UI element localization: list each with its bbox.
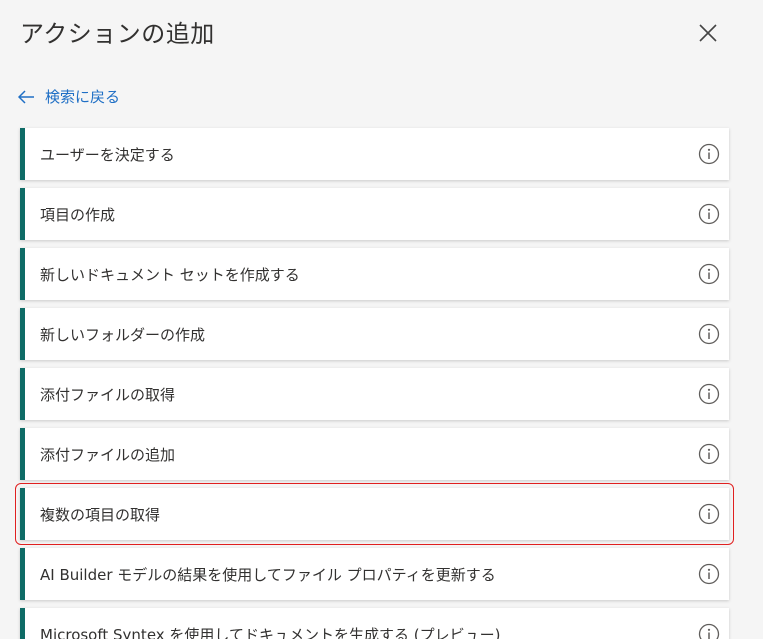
action-item-label: 添付ファイルの追加 [40, 445, 176, 464]
action-item[interactable]: 新しいフォルダーの作成 [20, 308, 729, 360]
arrow-left-icon [18, 89, 34, 104]
back-to-search-link[interactable]: 検索に戻る [18, 86, 120, 107]
info-icon[interactable] [698, 143, 720, 165]
close-icon [699, 24, 717, 42]
action-item-label: 添付ファイルの取得 [40, 385, 176, 404]
action-item[interactable]: 項目の作成 [20, 188, 729, 240]
action-item-label: 新しいドキュメント セットを作成する [40, 265, 300, 284]
action-list: ユーザーを決定する 項目の作成 新しいドキュメント セットを作成する 新しいフォ… [20, 128, 729, 639]
action-item-label: ユーザーを決定する [40, 145, 175, 164]
add-action-panel: アクションの追加 検索に戻る ユーザーを決定する 項目の作成 新しいドキュメント… [0, 0, 763, 639]
info-icon[interactable] [698, 563, 720, 585]
action-item[interactable]: 添付ファイルの取得 [20, 368, 729, 420]
action-item[interactable]: AI Builder モデルの結果を使用してファイル プロパティを更新する [20, 548, 729, 600]
info-icon[interactable] [698, 323, 720, 345]
info-icon[interactable] [698, 203, 720, 225]
action-item[interactable]: ユーザーを決定する [20, 128, 729, 180]
action-item[interactable]: Microsoft Syntex を使用してドキュメントを生成する (プレビュー… [20, 608, 729, 639]
info-icon[interactable] [698, 443, 720, 465]
info-icon[interactable] [698, 383, 720, 405]
info-icon[interactable] [698, 623, 720, 639]
action-item-label: 新しいフォルダーの作成 [40, 325, 206, 344]
action-item-highlighted[interactable]: 複数の項目の取得 [20, 488, 729, 540]
panel-title: アクションの追加 [20, 20, 215, 48]
action-item[interactable]: 添付ファイルの追加 [20, 428, 729, 480]
info-icon[interactable] [698, 503, 720, 525]
close-button[interactable] [694, 19, 722, 47]
action-item-label: 項目の作成 [40, 205, 116, 224]
action-item-label: Microsoft Syntex を使用してドキュメントを生成する (プレビュー… [40, 625, 501, 639]
action-item[interactable]: 新しいドキュメント セットを作成する [20, 248, 729, 300]
action-item-label: AI Builder モデルの結果を使用してファイル プロパティを更新する [40, 565, 496, 584]
info-icon[interactable] [698, 263, 720, 285]
action-item-label: 複数の項目の取得 [40, 505, 161, 524]
back-link-label: 検索に戻る [45, 88, 121, 106]
